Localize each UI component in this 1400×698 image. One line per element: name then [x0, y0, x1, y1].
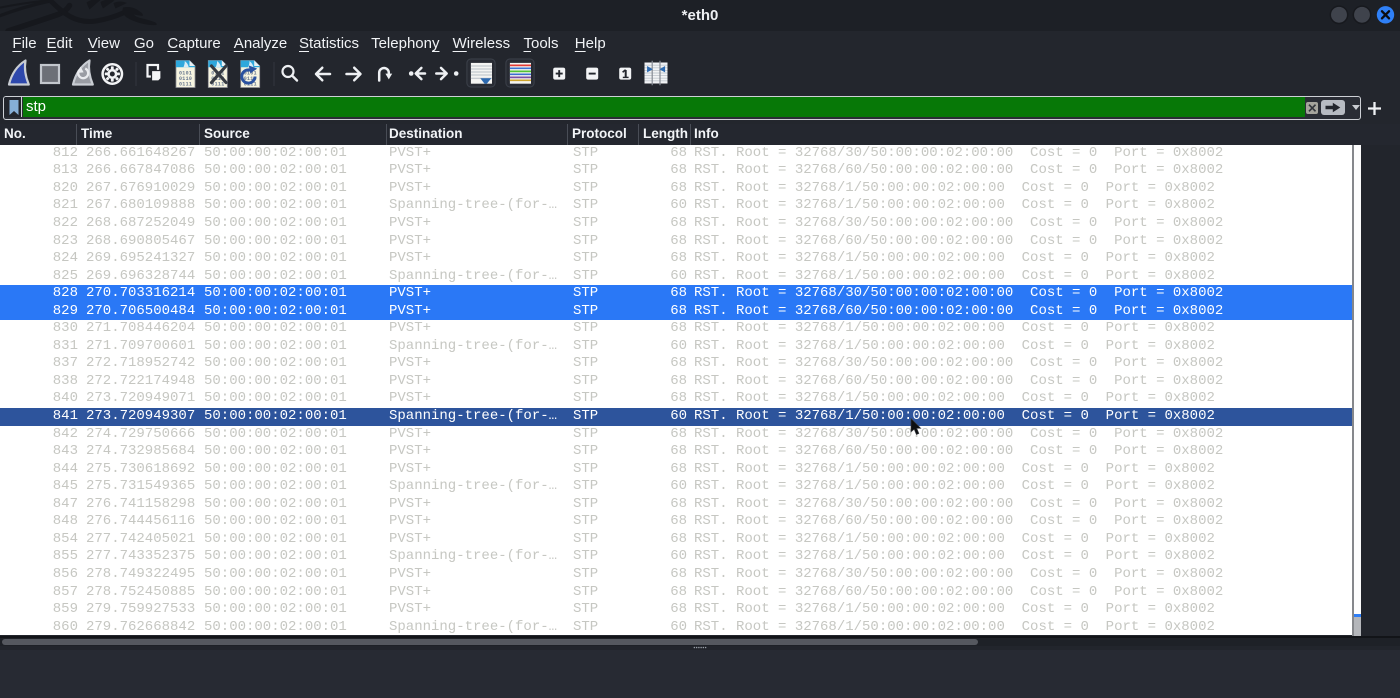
svg-text:0111: 0111	[179, 82, 192, 88]
